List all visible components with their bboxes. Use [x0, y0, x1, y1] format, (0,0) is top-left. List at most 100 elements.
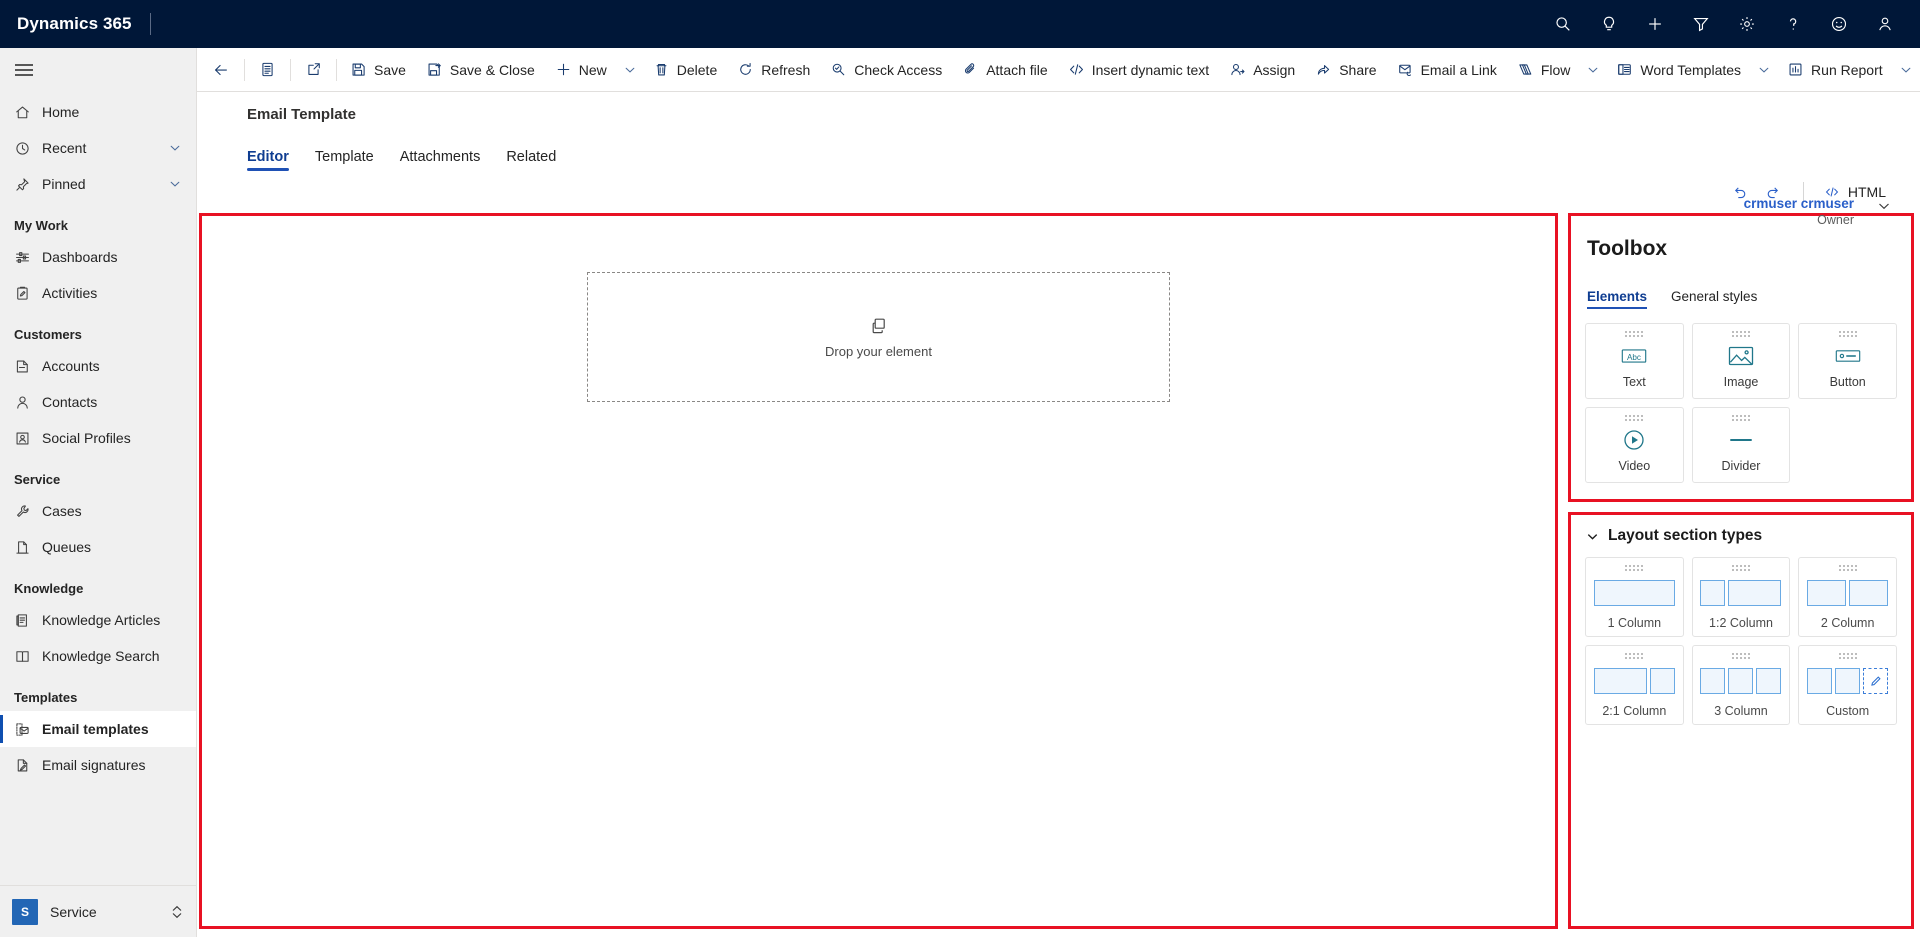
layout-tile-2-1-column[interactable]: 2:1 Column: [1585, 645, 1684, 725]
sidebar-item-dashboards[interactable]: Dashboards: [0, 239, 196, 275]
layout-section-header[interactable]: Layout section types: [1585, 527, 1897, 545]
layout-tile-2-column[interactable]: 2 Column: [1798, 557, 1897, 637]
chevron-down-icon[interactable]: [168, 177, 182, 191]
command-label: Flow: [1540, 61, 1571, 78]
sidebar-item-social-profiles[interactable]: Social Profiles: [0, 420, 196, 456]
form-icon[interactable]: [249, 53, 286, 87]
element-tile-image[interactable]: Image: [1691, 323, 1791, 399]
run-report-button[interactable]: Run Report: [1778, 53, 1892, 87]
sidebar-item-knowledge-articles[interactable]: Knowledge Articles: [0, 602, 196, 638]
chevron-down-icon[interactable]: [168, 141, 182, 155]
drag-grip-icon[interactable]: [1625, 415, 1644, 421]
sidebar-item-label: Email signatures: [42, 757, 146, 773]
sidebar-item-label: Pinned: [42, 176, 86, 192]
layout-tile-3-column[interactable]: 3 Column: [1691, 645, 1791, 725]
drag-grip-icon[interactable]: [1731, 415, 1750, 421]
sidebar-item-email-templates[interactable]: Email templates: [0, 711, 196, 747]
filter-icon[interactable]: [1678, 0, 1724, 48]
sidebar-item-accounts[interactable]: Accounts: [0, 348, 196, 384]
delete-button[interactable]: Delete: [644, 53, 726, 87]
tab-template[interactable]: Template: [315, 149, 374, 171]
smiley-icon[interactable]: [1816, 0, 1862, 48]
element-tile-divider[interactable]: Divider: [1691, 407, 1791, 483]
assign-button[interactable]: Assign: [1220, 53, 1304, 87]
sidebar-item-label: Knowledge Search: [42, 648, 160, 664]
layout-section-title: Layout section types: [1608, 527, 1763, 544]
element-tile-video[interactable]: Video: [1585, 407, 1684, 483]
command-label: Save: [374, 61, 406, 78]
article-icon: [14, 612, 36, 629]
brand-separator: [149, 13, 151, 35]
drop-element-zone[interactable]: Drop your element: [587, 272, 1170, 402]
share-button[interactable]: Share: [1306, 53, 1385, 87]
lightbulb-icon[interactable]: [1586, 0, 1632, 48]
layout-column: [1835, 668, 1861, 694]
question-icon[interactable]: [1770, 0, 1816, 48]
attach-file-button[interactable]: Attach file: [953, 53, 1056, 87]
drag-grip-icon[interactable]: [1625, 653, 1644, 659]
layout-tile-1-column[interactable]: 1 Column: [1585, 557, 1684, 637]
new-button[interactable]: New: [546, 53, 616, 87]
drag-grip-icon[interactable]: [1731, 653, 1750, 659]
chevron-down-icon[interactable]: [1893, 53, 1919, 87]
layout-tile-custom[interactable]: Custom: [1798, 645, 1897, 725]
chevron-down-icon[interactable]: [1751, 53, 1777, 87]
search-icon[interactable]: [1540, 0, 1586, 48]
drag-grip-icon[interactable]: [1731, 565, 1750, 571]
sidebar-group-customers: Customers: [14, 327, 82, 342]
toolbox-tab-elements[interactable]: Elements: [1587, 289, 1648, 309]
sidebar-item-cases[interactable]: Cases: [0, 493, 196, 529]
owner-field[interactable]: crmuser crmuser Owner: [1744, 196, 1892, 227]
element-tile-button[interactable]: Button: [1798, 323, 1897, 399]
sidebar-item-email-signatures[interactable]: Email signatures: [0, 747, 196, 783]
flow-button[interactable]: Flow: [1508, 53, 1580, 87]
person-icon[interactable]: [1862, 0, 1908, 48]
refresh-button[interactable]: Refresh: [728, 53, 819, 87]
sidebar-item-contacts[interactable]: Contacts: [0, 384, 196, 420]
drag-grip-icon[interactable]: [1731, 331, 1750, 337]
word-templates-button[interactable]: Word Templates: [1607, 53, 1750, 87]
owner-name[interactable]: crmuser crmuser: [1744, 196, 1854, 211]
main-content-area: Save Save & Close New Delete Refresh Check Ac…: [197, 48, 1920, 937]
sidebar-item-home[interactable]: Home: [0, 94, 196, 130]
drag-grip-icon[interactable]: [1625, 331, 1644, 337]
toolbox-tab-general-styles[interactable]: General styles: [1671, 289, 1757, 309]
command-label: Attach file: [986, 61, 1048, 78]
drag-grip-icon[interactable]: [1625, 565, 1644, 571]
editor-split: Drop your element Toolbox Elements Genera…: [197, 213, 1920, 937]
insert-dynamic-text-button[interactable]: Insert dynamic text: [1059, 53, 1219, 87]
layout-tile-label: 1:2 Column: [1709, 616, 1773, 630]
sidebar-item-knowledge-search[interactable]: Knowledge Search: [0, 638, 196, 674]
save-button[interactable]: Save: [341, 53, 415, 87]
hamburger-menu-icon[interactable]: [0, 48, 196, 92]
back-arrow-icon[interactable]: [202, 53, 240, 87]
assign-icon: [1229, 61, 1246, 78]
tab-editor[interactable]: Editor: [247, 149, 289, 171]
sidebar-item-queues[interactable]: Queues: [0, 529, 196, 565]
drag-grip-icon[interactable]: [1838, 653, 1857, 659]
sidebar-item-label: Activities: [42, 285, 98, 301]
sidebar-item-pinned[interactable]: Pinned: [0, 166, 196, 202]
save-close-button[interactable]: Save & Close: [417, 53, 544, 87]
sidebar-item-label: Contacts: [42, 394, 98, 410]
drag-grip-icon[interactable]: [1838, 331, 1857, 337]
email-a-link-button[interactable]: Email a Link: [1388, 53, 1506, 87]
chevron-down-icon[interactable]: [617, 53, 643, 87]
popout-icon[interactable]: [295, 53, 332, 87]
check-access-button[interactable]: Check Access: [821, 53, 951, 87]
sidebar-item-activities[interactable]: Activities: [0, 275, 196, 311]
drag-grip-icon[interactable]: [1838, 565, 1857, 571]
app-switcher[interactable]: S Service: [0, 885, 196, 937]
chevron-down-icon[interactable]: [1876, 198, 1892, 214]
element-tile-text[interactable]: Abc Text: [1585, 323, 1684, 399]
gear-icon[interactable]: [1724, 0, 1770, 48]
layout-tile-1-2-column[interactable]: 1:2 Column: [1691, 557, 1791, 637]
chevron-down-icon[interactable]: [1580, 53, 1606, 87]
tab-related[interactable]: Related: [506, 149, 556, 171]
plus-icon[interactable]: [1632, 0, 1678, 48]
tab-attachments[interactable]: Attachments: [400, 149, 481, 171]
email-design-canvas[interactable]: Drop your element: [199, 213, 1558, 929]
toolbox-panel: Toolbox Elements General styles Abc Text Im…: [1568, 213, 1914, 502]
sidebar-item-recent[interactable]: Recent: [0, 130, 196, 166]
layout-column: [1849, 580, 1889, 606]
